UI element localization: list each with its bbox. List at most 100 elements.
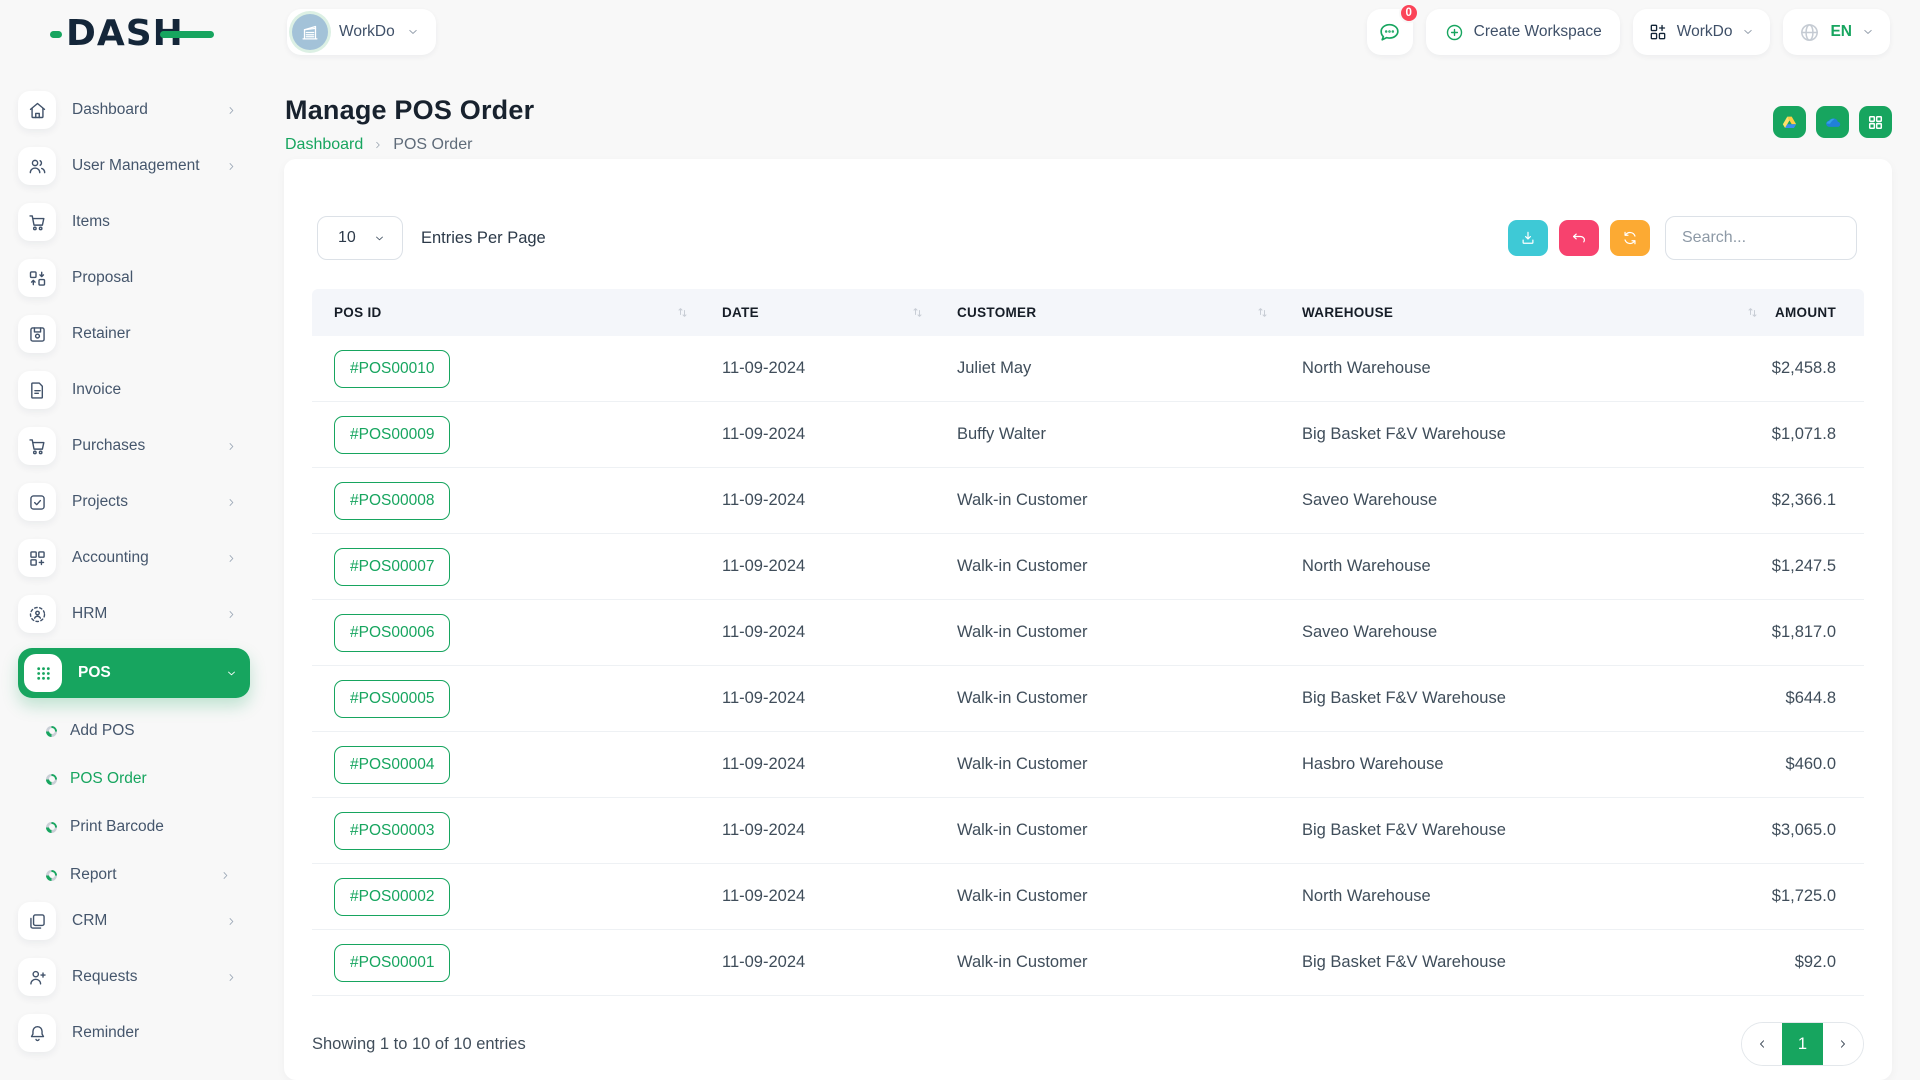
sidebar-item-items[interactable]: Items [18,200,250,244]
sidebar-item-invoice[interactable]: Invoice [18,368,250,412]
sidebar-subitem-pos-order[interactable]: POS Order [18,755,250,803]
column-header-customer[interactable]: CUSTOMER [935,289,1280,336]
home-icon [18,91,56,129]
pagination-next-button[interactable] [1823,1023,1863,1065]
refresh-icon [1621,229,1639,247]
chevron-down-icon [373,232,386,245]
chat-icon [1377,20,1402,45]
undo-button[interactable] [1559,220,1599,256]
pos-id-link[interactable]: #POS00010 [334,350,450,388]
pos-id-link[interactable]: #POS00004 [334,746,450,784]
building-icon [299,21,321,43]
topbar: DASH WorkDo 0 Create Workspace WorkDo EN [0,0,1920,64]
warehouse-name: Big Basket F&V Warehouse [1280,689,1770,708]
undo-icon [1570,229,1588,247]
bullet-icon [46,774,57,785]
chevron-right-icon [225,971,238,984]
google-drive-button[interactable] [1773,106,1806,138]
sidebar-item-purchases[interactable]: Purchases [18,424,250,468]
pos-id-link[interactable]: #POS00001 [334,944,450,982]
language-menu-button[interactable]: EN [1783,9,1890,55]
plus-circle-icon [1444,22,1465,43]
column-header-warehouse[interactable]: WAREHOUSE [1280,289,1770,336]
sidebar-subitem-print-barcode[interactable]: Print Barcode [18,803,250,851]
pos-id-cell: #POS00001 [312,944,700,982]
column-header-amount[interactable]: AMOUNT [1770,289,1864,336]
proposal-icon [18,259,56,297]
table-row: #POS0000511-09-2024Walk-in CustomerBig B… [312,666,1864,732]
pagination-prev-button[interactable] [1742,1023,1782,1065]
pos-id-link[interactable]: #POS00005 [334,680,450,718]
create-workspace-button[interactable]: Create Workspace [1426,9,1620,55]
crm-icon [18,902,56,940]
pos-id-link[interactable]: #POS00002 [334,878,450,916]
sidebar-item-accounting[interactable]: Accounting [18,536,250,580]
sidebar-subitem-label: POS Order [70,770,234,788]
header-actions [1773,106,1892,138]
workspace-menu-button[interactable]: WorkDo [1633,9,1771,55]
sidebar-item-projects[interactable]: Projects [18,480,250,524]
column-header-pos-id[interactable]: POS ID [312,289,700,336]
sidebar-item-retainer[interactable]: Retainer [18,312,250,356]
pos-id-cell: #POS00004 [312,746,700,784]
customer-name: Buffy Walter [935,425,1280,444]
grid-button[interactable] [1859,106,1892,138]
sidebar-item-label: Purchases [72,437,225,455]
sidebar-item-reminder[interactable]: Reminder [18,1011,250,1055]
customer-name: Walk-in Customer [935,557,1280,576]
pagination: 1 [1741,1022,1864,1066]
column-header-date[interactable]: DATE [700,289,935,336]
customer-name: Walk-in Customer [935,953,1280,972]
accounting-icon [18,539,56,577]
sidebar-item-requests[interactable]: Requests [18,955,250,999]
entries-per-page-select[interactable]: 10 [317,216,403,260]
search-input[interactable] [1665,216,1857,260]
order-amount: $1,725.0 [1770,887,1864,906]
breadcrumb-dashboard[interactable]: Dashboard [285,136,363,154]
warehouse-name: Saveo Warehouse [1280,491,1770,510]
sidebar-item-label: CRM [72,912,225,930]
sidebar-subitem-report[interactable]: Report [18,851,250,899]
sidebar-item-hrm[interactable]: HRM [18,592,250,636]
sidebar-item-label: Accounting [72,549,225,567]
sidebar-item-pos[interactable]: POS [18,648,250,698]
page-title: Manage POS Order [285,95,534,126]
chevron-down-icon [1861,25,1875,39]
pos-id-link[interactable]: #POS00003 [334,812,450,850]
sidebar-item-crm[interactable]: CRM [18,899,250,943]
sidebar-item-proposal[interactable]: Proposal [18,256,250,300]
column-label: CUSTOMER [957,305,1036,320]
pos-id-link[interactable]: #POS00008 [334,482,450,520]
chevron-down-icon [225,667,238,680]
refresh-button[interactable] [1610,220,1650,256]
messages-button[interactable]: 0 [1367,9,1413,55]
pos-id-cell: #POS00006 [312,614,700,652]
onedrive-button[interactable] [1816,106,1849,138]
pos-id-link[interactable]: #POS00009 [334,416,450,454]
entries-per-page-value: 10 [338,229,356,247]
sidebar-item-user-management[interactable]: User Management [18,144,250,188]
sidebar-item-dashboard[interactable]: Dashboard [18,88,250,132]
pagination-current-page[interactable]: 1 [1782,1023,1823,1065]
sidebar-item-label: Projects [72,493,225,511]
user-plus-icon [18,958,56,996]
breadcrumb-separator-icon [372,139,384,151]
workspace-grid-icon [1648,22,1668,42]
pos-order-table: POS IDDATE CUSTOMER WAREHOUSEAMOUNT #POS00… [312,289,1864,996]
order-date: 11-09-2024 [700,953,935,972]
pos-id-cell: #POS00003 [312,812,700,850]
sidebar-subitem-add-pos[interactable]: Add POS [18,707,250,755]
entries-per-page-label: Entries Per Page [421,229,546,248]
order-amount: $2,458.8 [1770,359,1864,378]
breadcrumb: DashboardPOS Order [285,136,534,154]
chevron-right-icon [225,160,238,173]
sort-icon [1255,305,1270,320]
onedrive-icon [1823,113,1842,132]
workspace-switcher[interactable]: WorkDo [287,9,436,55]
table-row: #POS0000611-09-2024Walk-in CustomerSaveo… [312,600,1864,666]
order-date: 11-09-2024 [700,557,935,576]
pos-id-link[interactable]: #POS00007 [334,548,450,586]
download-button[interactable] [1508,220,1548,256]
pos-id-link[interactable]: #POS00006 [334,614,450,652]
sidebar-subitem-label: Report [70,866,219,884]
